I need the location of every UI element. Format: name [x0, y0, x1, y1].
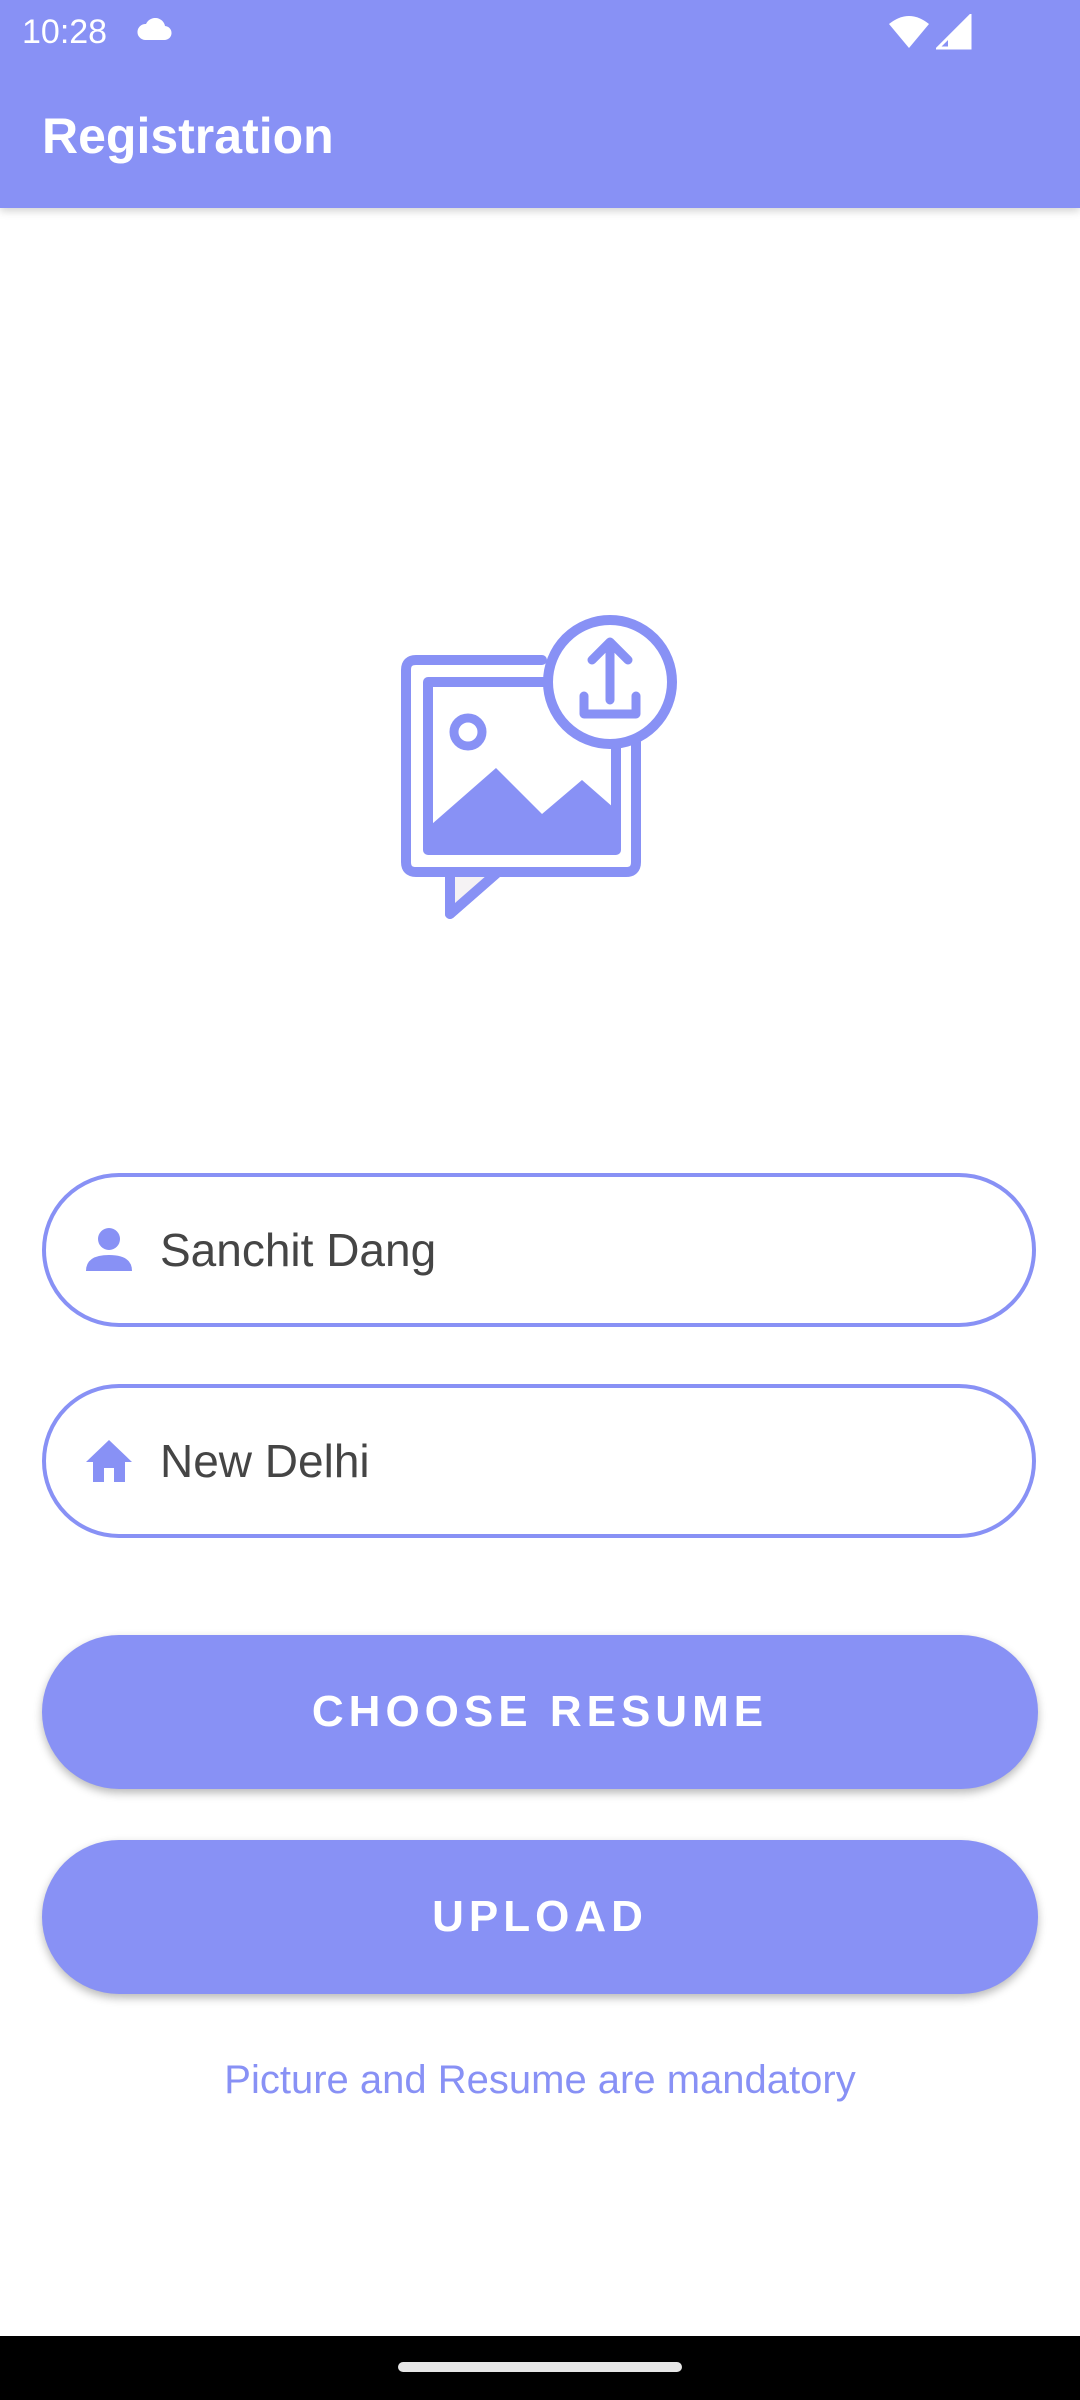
mandatory-note: Picture and Resume are mandatory — [224, 2058, 856, 2102]
upload-button[interactable]: UPLOAD — [42, 1840, 1038, 1994]
status-bar: 10:28 — [0, 0, 1080, 63]
cellular-signal-icon — [934, 12, 972, 55]
app-bar: 10:28 Registration — [0, 0, 1080, 208]
choose-resume-button[interactable]: CHOOSE RESUME — [42, 1635, 1038, 1789]
person-icon — [84, 1225, 134, 1275]
home-gesture-handle[interactable] — [398, 2362, 682, 2372]
name-input[interactable] — [160, 1177, 980, 1323]
image-upload-icon[interactable] — [392, 600, 688, 936]
cloud-icon — [136, 17, 172, 47]
wifi-icon — [887, 14, 931, 55]
home-icon — [84, 1436, 134, 1486]
status-time: 10:28 — [22, 13, 108, 51]
page-title: Registration — [42, 108, 334, 164]
city-field[interactable] — [42, 1384, 1036, 1538]
city-input[interactable] — [160, 1388, 980, 1534]
name-field[interactable] — [42, 1173, 1036, 1327]
